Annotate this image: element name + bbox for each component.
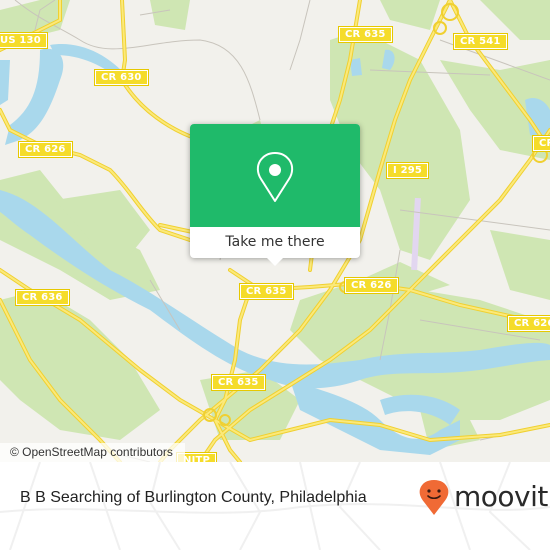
location-popup: Take me there: [190, 124, 360, 266]
road-label-cr-636: CR 636: [15, 289, 70, 306]
footer: B B Searching of Burlington County, Phil…: [0, 462, 550, 550]
road-label-cr-541: CR 541: [453, 33, 508, 50]
road-label-cr-635: CR 635: [211, 374, 266, 391]
map-pin-icon: [256, 152, 294, 202]
map-attribution[interactable]: © OpenStreetMap contributors: [0, 443, 185, 462]
popup-pointer: [267, 258, 283, 266]
road-label-us-130: US 130: [0, 32, 48, 49]
road-label-cr-626: CR 626: [18, 141, 73, 158]
take-me-there-button[interactable]: Take me there: [190, 227, 360, 258]
road-label-cr-626: CR 626: [507, 315, 550, 332]
road-label-cr: CR: [531, 135, 550, 152]
map[interactable]: US 130 CR 630 CR 626 CR 636 CR 635 CR 54…: [0, 0, 550, 462]
road-label-i-295: I 295: [385, 162, 430, 179]
place-title: B B Searching of Burlington County, Phil…: [20, 489, 367, 506]
popup-header: [190, 124, 360, 227]
road-label-cr-626: CR 626: [344, 277, 399, 294]
road-label-cr-630: CR 630: [94, 69, 149, 86]
moovit-pin-icon: [419, 480, 449, 515]
moovit-wordmark: moovit: [454, 480, 548, 513]
road-label-cr-635: CR 635: [338, 26, 393, 43]
road-label-cr-635: CR 635: [239, 283, 294, 300]
